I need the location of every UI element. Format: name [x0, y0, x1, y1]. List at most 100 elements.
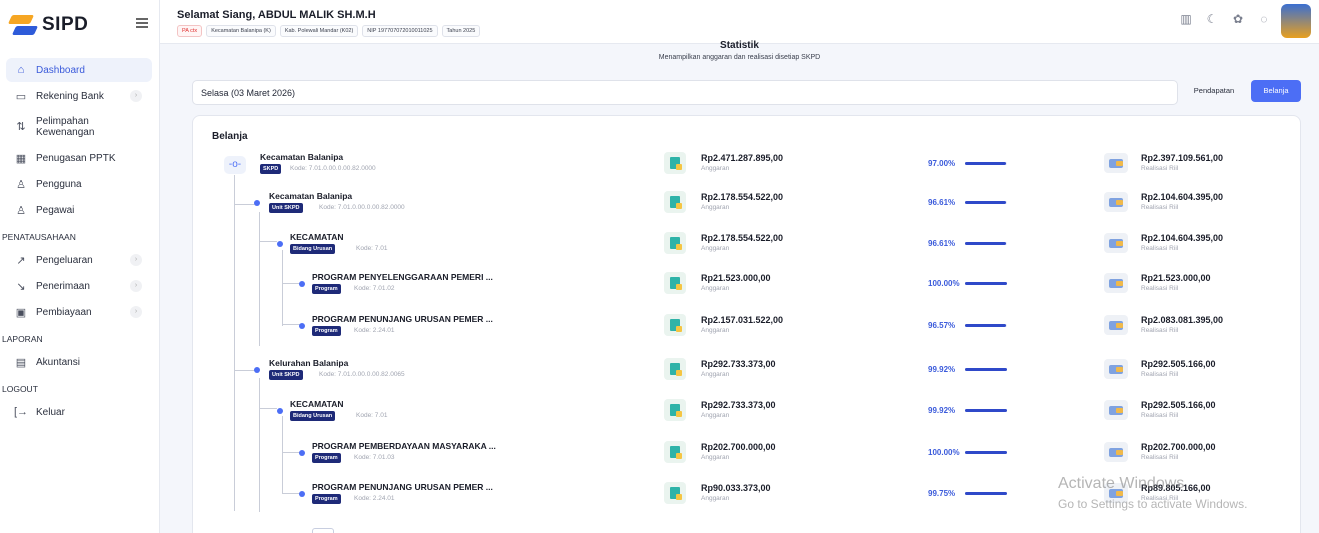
sidebar: SIPD ⌂ Dashboard ▭ Rekening Bank › ⇅ Pel… [0, 0, 160, 533]
tree-node-dot[interactable] [299, 323, 305, 329]
section-penatausahaan: PENATAUSAHAAN [2, 232, 76, 242]
tree-node-name[interactable]: PROGRAM PENYELENGGARAAN PEMERI ... [312, 272, 493, 282]
realisasi-progress-bar [965, 282, 1007, 285]
level-badge: Program [312, 326, 341, 336]
realisasi-label: Realisasi Riil [1141, 454, 1179, 461]
sidebar-item-label: Akuntansi [36, 356, 80, 368]
progress-fill [965, 451, 1007, 454]
realisasi-amount: Rp21.523.000,00 [1141, 273, 1211, 283]
tab-pendapatan[interactable]: Pendapatan [1186, 80, 1242, 102]
progress-fill [965, 492, 1007, 495]
top-header: Selamat Siang, ABDUL MALIK SH.M.H PA ctx… [160, 0, 1319, 44]
tree-node-dot[interactable] [254, 200, 260, 206]
date-input[interactable]: Selasa (03 Maret 2026) [192, 80, 1178, 105]
sidebar-item-label: Pengeluaran [36, 254, 93, 266]
tree-node-dot[interactable] [254, 367, 260, 373]
pagination-current-page[interactable] [312, 528, 334, 533]
kode-text: Kode: 7.01 [356, 412, 388, 419]
anggaran-amount: Rp292.733.373,00 [701, 400, 776, 410]
level-badge: Program [312, 284, 341, 294]
trend-up-icon: ↗ [16, 254, 26, 267]
tree-node-dot[interactable] [299, 281, 305, 287]
trend-down-icon: ↘ [16, 280, 26, 293]
realisasi-label: Realisasi Riil [1141, 204, 1179, 211]
role-chip: PA ctx [177, 25, 203, 37]
realisasi-wallet-icon [1104, 442, 1128, 462]
tree-line [234, 175, 235, 511]
tree-node-name[interactable]: PROGRAM PEMBERDAYAAN MASYARAKA ... [312, 441, 496, 451]
tree-line [282, 283, 300, 284]
kode-text: Kode: 7.01 [356, 245, 388, 252]
tree-node-name[interactable]: KECAMATAN [290, 232, 344, 242]
user-icon: ♙ [16, 178, 26, 191]
wallet-icon: ▣ [15, 306, 27, 319]
tree-node-dot[interactable] [299, 450, 305, 456]
layout-icon[interactable]: ▥ [1179, 12, 1193, 26]
tab-belanja[interactable]: Belanja [1251, 80, 1301, 102]
anggaran-amount: Rp292.733.373,00 [701, 359, 776, 369]
kode-text: Kode: 7.01.03 [354, 454, 395, 461]
realisasi-progress-bar [965, 451, 1007, 454]
anggaran-label: Anggaran [701, 165, 730, 172]
sidebar-item-pengguna[interactable]: ♙ Pengguna [6, 172, 152, 196]
anggaran-icon [664, 152, 686, 174]
realisasi-progress-bar [965, 201, 1007, 204]
tree-node-name[interactable]: Kelurahan Balanipa [269, 358, 348, 368]
year-chip: Tahun 2025 [441, 25, 481, 37]
tree-node-dot[interactable] [299, 491, 305, 497]
sidebar-item-penerimaan[interactable]: ↘ Penerimaan › [6, 274, 152, 298]
tree-node-dot[interactable] [277, 408, 283, 414]
realisasi-label: Realisasi Riil [1141, 327, 1179, 334]
realisasi-label: Realisasi Riil [1141, 412, 1179, 419]
settings-icon[interactable]: ✿ [1231, 12, 1245, 26]
anggaran-icon [664, 358, 686, 380]
hamburger-menu-icon[interactable] [136, 18, 148, 28]
level-badge: Bidang Urusan [290, 411, 336, 421]
sidebar-item-pengeluaran[interactable]: ↗ Pengeluaran › [6, 248, 152, 272]
header-icons: ▥ ☾ ✿ ◌ [1179, 12, 1271, 26]
logout-icon: [→ [14, 406, 29, 418]
anggaran-amount: Rp202.700.000,00 [701, 442, 776, 452]
anggaran-icon [664, 272, 686, 294]
watermark-subtitle: Go to Settings to activate Windows. [1058, 497, 1248, 511]
kode-text: Kode: 7.01.0.00.0.00.82.0000 [319, 204, 405, 211]
anggaran-amount: Rp2.178.554.522,00 [701, 233, 784, 243]
tree-node-dot[interactable] [277, 241, 283, 247]
sidebar-item-pelimpahan-kewenangan[interactable]: ⇅ Pelimpahan Kewenangan [6, 110, 152, 144]
sidebar-item-label: Dashboard [36, 64, 85, 76]
tree-node-name[interactable]: PROGRAM PENUNJANG URUSAN PEMER ... [312, 314, 493, 324]
anggaran-label: Anggaran [701, 327, 730, 334]
tree-node-name[interactable]: KECAMATAN [290, 399, 344, 409]
greeting-text: Selamat Siang, ABDUL MALIK SH.M.H [177, 9, 376, 21]
sidebar-item-dashboard[interactable]: ⌂ Dashboard [6, 58, 152, 82]
kode-text: Kode: 7.01.0.00.0.00.82.0065 [319, 371, 405, 378]
progress-fill [965, 201, 1006, 204]
realisasi-progress-bar [965, 162, 1007, 165]
realisasi-amount: Rp202.700.000,00 [1141, 442, 1216, 452]
sipd-logo[interactable]: SIPD [7, 8, 88, 42]
realisasi-wallet-icon [1104, 153, 1128, 173]
sidebar-item-keluar[interactable]: [→ Keluar [6, 400, 152, 424]
tree-node-name[interactable]: PROGRAM PENUNJANG URUSAN PEMER ... [312, 482, 493, 492]
sidebar-item-pegawai[interactable]: ♙ Pegawai [6, 198, 152, 222]
moon-icon[interactable]: ☾ [1205, 12, 1219, 26]
chevron-right-icon: › [130, 280, 142, 292]
tree-node-name[interactable]: Kecamatan Balanipa [260, 152, 343, 162]
sidebar-item-rekening-bank[interactable]: ▭ Rekening Bank › [6, 84, 152, 108]
section-title: Belanja [212, 131, 248, 142]
home-icon: ⌂ [17, 64, 25, 76]
region-emblem-icon[interactable] [1281, 4, 1311, 38]
level-badge: Bidang Urusan [290, 244, 336, 254]
tree-node-name[interactable]: Kecamatan Balanipa [269, 191, 352, 201]
level-badge: Unit SKPD [269, 370, 303, 380]
sidebar-item-akuntansi[interactable]: ▤ Akuntansi [6, 350, 152, 374]
page-subtitle: Menampilkan anggaran dan realisasi diset… [658, 54, 821, 61]
watermark-title: Activate Windows [1058, 475, 1185, 492]
sidebar-item-penugasan-pptk[interactable]: ▦ Penugasan PPTK [6, 146, 152, 170]
sidebar-item-pembiayaan[interactable]: ▣ Pembiayaan › [6, 300, 152, 324]
realisasi-progress-bar [965, 242, 1007, 245]
chevron-right-icon: › [130, 90, 142, 102]
realisasi-amount: Rp2.397.109.561,00 [1141, 153, 1224, 163]
anggaran-icon [664, 314, 686, 336]
root-node-icon[interactable]: -o- [224, 156, 246, 174]
